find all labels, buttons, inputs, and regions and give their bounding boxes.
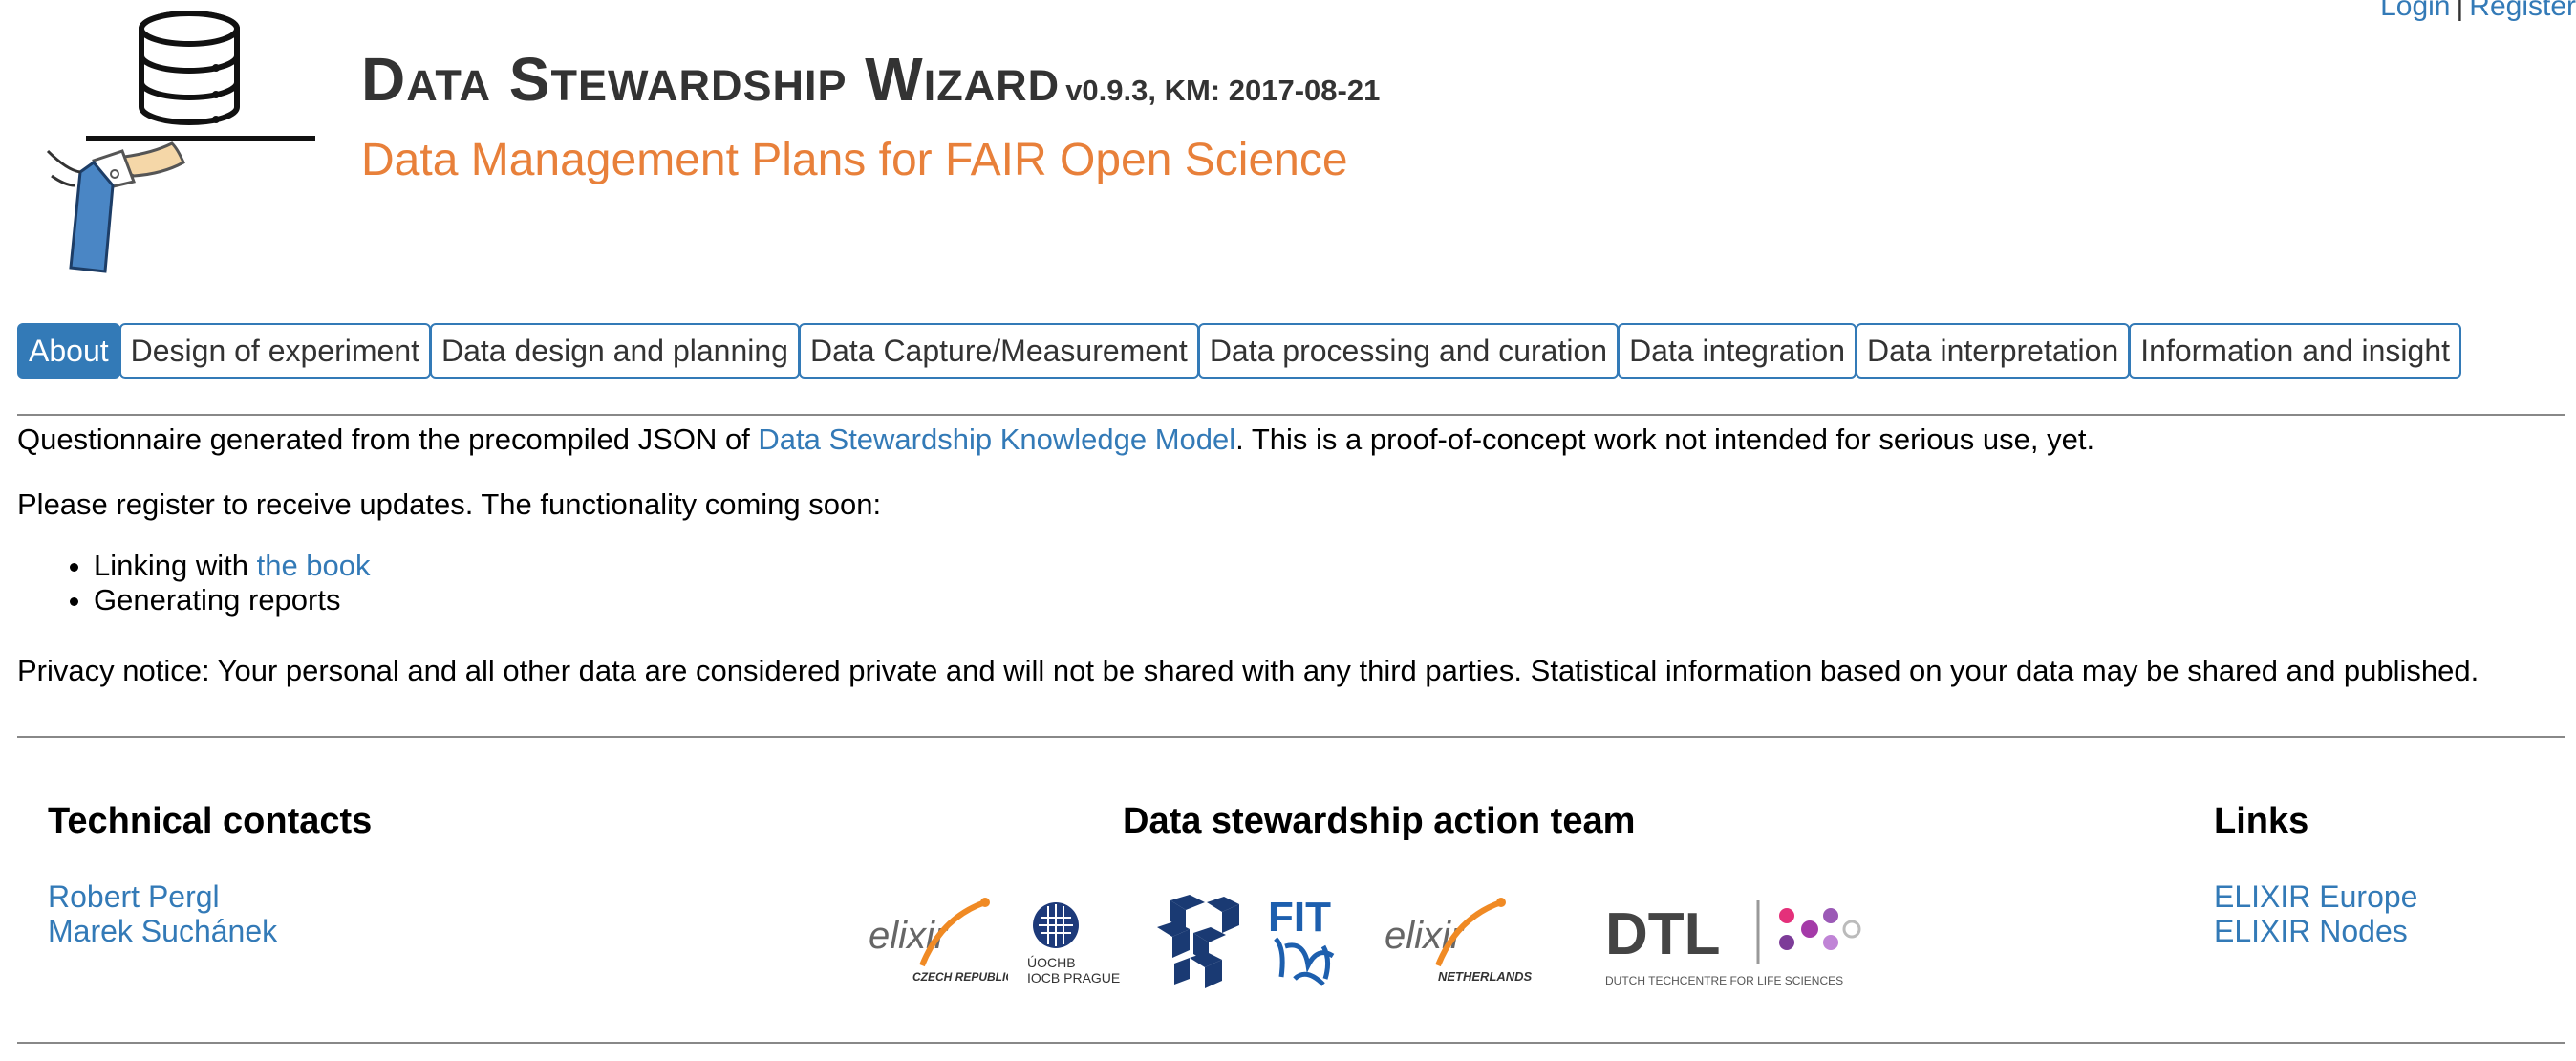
svg-text:ÚOCHB: ÚOCHB	[1027, 955, 1076, 970]
fit-logo[interactable]: FIT	[1266, 893, 1352, 997]
intro-paragraph: Questionnaire generated from the precomp…	[17, 421, 2094, 459]
tab-data-design-and-planning[interactable]: Data design and planning	[430, 323, 800, 379]
page-subtitle: Data Management Plans for FAIR Open Scie…	[361, 135, 1348, 185]
register-link[interactable]: Register	[2469, 0, 2576, 22]
cubes-icon	[1157, 895, 1239, 988]
action-team-heading: Data stewardship action team	[1123, 801, 1636, 841]
tab-data-processing-and-curation[interactable]: Data processing and curation	[1197, 323, 1620, 379]
elixir-europe-link[interactable]: ELIXIR Europe	[2214, 879, 2417, 914]
dtl-logo[interactable]: DTL DUTCH TECHCENTRE FOR LIFE SCIENCES	[1605, 895, 1892, 995]
contact-marek-suchanek[interactable]: Marek Suchánek	[48, 914, 277, 948]
register-paragraph: Please register to receive updates. The …	[17, 487, 882, 521]
divider-bottom	[17, 1042, 2565, 1044]
feature-text: Linking with	[94, 549, 257, 582]
svg-text:CZECH REPUBLIC: CZECH REPUBLIC	[912, 970, 1008, 984]
links-heading: Links	[2214, 801, 2309, 841]
contact-robert-pergl[interactable]: Robert Pergl	[48, 879, 220, 914]
intro-text: Questionnaire generated from the precomp…	[17, 422, 759, 456]
auth-separator: |	[2456, 0, 2464, 22]
chapter-tabs: About Design of experiment Data design a…	[17, 323, 2461, 379]
tab-data-interpretation[interactable]: Data interpretation	[1855, 323, 2131, 379]
svg-text:NETHERLANDS: NETHERLANDS	[1438, 969, 1533, 984]
tab-about[interactable]: About	[17, 323, 120, 379]
features-list: Linking with the book Generating reports	[17, 549, 371, 617]
knowledge-model-link[interactable]: Data Stewardship Knowledge Model	[758, 422, 1235, 456]
svg-text:DUTCH TECHCENTRE FOR LIFE SCIE: DUTCH TECHCENTRE FOR LIFE SCIENCES	[1605, 974, 1843, 987]
auth-links: Login | Register	[2380, 0, 2576, 23]
privacy-notice: Privacy notice: Your personal and all ot…	[17, 654, 2479, 687]
uochb-logo[interactable]: ÚOCHB IOCB PRAGUE	[1027, 897, 1132, 997]
technical-contacts-heading: Technical contacts	[48, 801, 373, 841]
feature-text: Generating reports	[94, 583, 341, 617]
divider-top	[17, 414, 2565, 416]
the-book-link[interactable]: the book	[257, 549, 371, 582]
database-icon	[139, 11, 240, 125]
elixir-nl-logo[interactable]: elixir NETHERLANDS	[1381, 889, 1581, 999]
list-item: Generating reports	[94, 583, 371, 617]
fit-icon: FIT	[1268, 894, 1335, 986]
tab-information-and-insight[interactable]: Information and insight	[2129, 323, 2461, 379]
partner-logos: elixir CZECH REPUBLIC ÚOCHB IOCB PRAGUE	[865, 889, 1897, 994]
elixir-nodes-link[interactable]: ELIXIR Nodes	[2214, 914, 2408, 948]
uochb-icon: ÚOCHB IOCB PRAGUE	[1027, 902, 1120, 985]
svg-text:FIT: FIT	[1268, 894, 1331, 941]
elixir-cz-logo[interactable]: elixir CZECH REPUBLIC	[865, 889, 1014, 999]
svg-text:DTL: DTL	[1605, 901, 1721, 967]
elixir-cz-icon: elixir CZECH REPUBLIC	[869, 898, 1014, 984]
version-label: v0.9.3, KM: 2017-08-21	[1065, 74, 1381, 107]
dtl-icon: DTL DUTCH TECHCENTRE FOR LIFE SCIENCES	[1605, 900, 1861, 987]
login-link[interactable]: Login	[2380, 0, 2450, 22]
divider-middle	[17, 736, 2565, 738]
ctu-cubes-logo[interactable]	[1151, 895, 1247, 995]
intro-suffix-text: . This is a proof-of-concept work not in…	[1235, 422, 2095, 456]
svg-text:IOCB PRAGUE: IOCB PRAGUE	[1027, 970, 1120, 985]
tab-design-of-experiment[interactable]: Design of experiment	[118, 323, 431, 379]
tab-data-integration[interactable]: Data integration	[1618, 323, 1857, 379]
list-item: Linking with the book	[94, 549, 371, 583]
elixir-nl-icon: elixir NETHERLANDS	[1385, 898, 1533, 984]
page-title: Data Stewardship Wizard v0.9.3, KM: 2017-…	[361, 44, 1380, 115]
tab-data-capture-measurement[interactable]: Data Capture/Measurement	[798, 323, 1199, 379]
wizard-logo	[46, 11, 315, 273]
app-title: Data Stewardship Wizard	[361, 45, 1061, 114]
